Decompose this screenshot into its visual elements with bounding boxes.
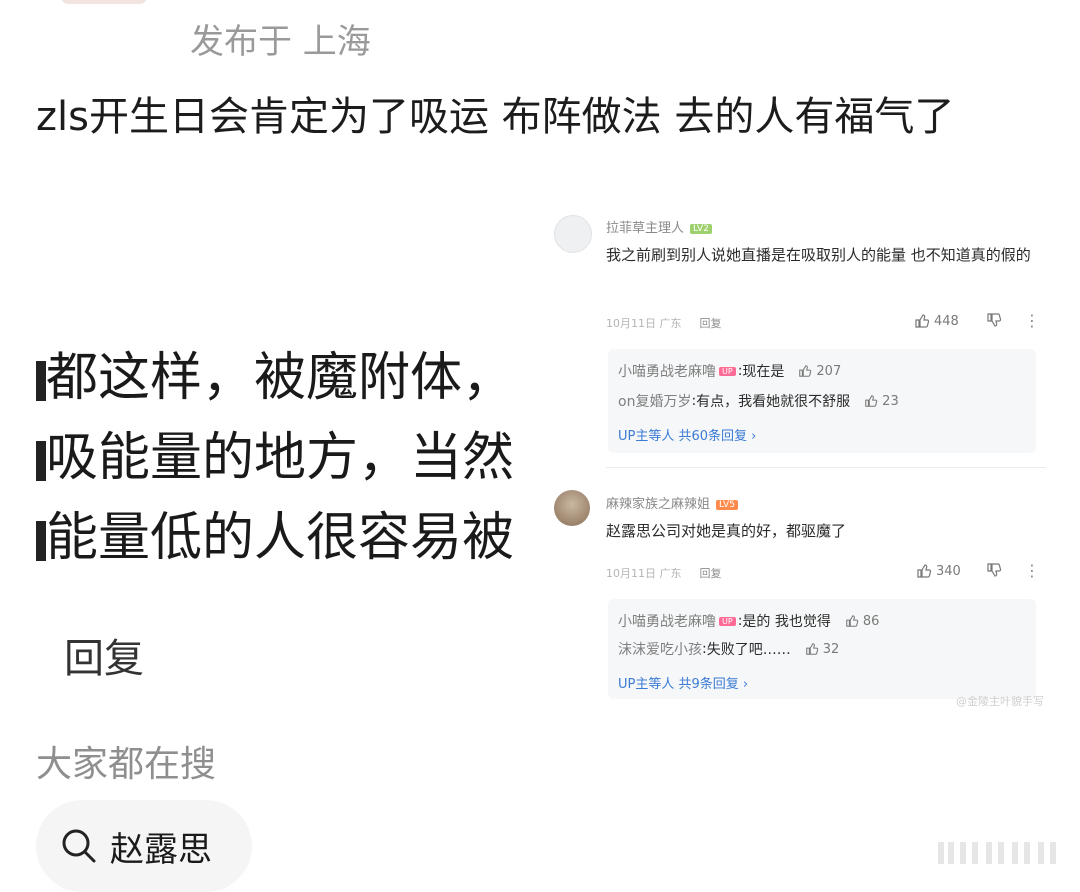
crop-fragment — [36, 441, 46, 481]
divider — [606, 467, 1046, 468]
sub-reply: 沫沫爱吃小孩: 失败了吧…… 32 — [618, 641, 840, 658]
thumb-up-icon — [917, 564, 932, 578]
reply-link[interactable]: 回复 — [700, 567, 722, 580]
watermark: @金陵主叶貌手写 — [956, 695, 1044, 708]
comments-screenshot: 拉菲草主理人 LV2 我之前刷到别人说她直播是在吸取别人的能量 也不知道真的假的 … — [548, 205, 1048, 715]
post-location: 发布于 上海 — [190, 22, 371, 62]
avatar — [554, 490, 590, 526]
sub-reply: 小喵勇战老麻噜 UP: 是的 我也觉得 86 — [618, 613, 880, 630]
sub-like[interactable]: 207 — [798, 364, 841, 379]
avatar — [554, 215, 592, 253]
cropped-text-image: 都这样，被魔附体， 吸能量的地方，当然 能量低的人很容易被 — [36, 335, 540, 565]
reply-box: 小喵勇战老麻噜 UP: 是的 我也觉得 86 沫沫爱吃小孩: 失败了吧…… 32 UP… — [608, 599, 1036, 699]
like-button[interactable]: 340 — [916, 563, 961, 579]
up-badge: UP — [719, 366, 736, 376]
crop-line-text: 都这样，被魔附体， — [46, 348, 515, 408]
comment-meta: 10月11日 广东 回复 — [606, 317, 722, 330]
thumb-up-icon — [865, 395, 878, 407]
more-replies-link[interactable]: UP主等人 共9条回复 › — [618, 673, 748, 692]
comment-text: 赵露思公司对她是真的好，都驱魔了 — [606, 522, 847, 540]
crop-line-text: 能量低的人很容易被 — [46, 508, 515, 565]
watermark-icon — [938, 842, 1056, 864]
comment-username: 麻辣家族之麻辣姐 LV5 — [606, 493, 738, 512]
reply-link[interactable]: 回复 — [700, 317, 722, 330]
crop-line-2: 吸能量的地方，当然 — [36, 415, 514, 490]
avatar-fragment — [60, 0, 148, 4]
search-icon — [62, 829, 96, 863]
like-button[interactable]: 448 — [914, 313, 959, 329]
comment-username: 拉菲草主理人 LV2 — [606, 217, 712, 236]
level-badge: LV2 — [690, 224, 712, 234]
thumb-up-icon — [799, 365, 812, 377]
comment-meta: 10月11日 广东 回复 — [606, 567, 722, 580]
reply-box: 小喵勇战老麻噜 UP: 现在是 207 on复婚万岁: 有点，我看她就很不舒服 23 … — [608, 349, 1036, 453]
search-chip-label: 赵露思 — [110, 829, 212, 870]
crop-fragment — [36, 361, 46, 401]
more-replies-link[interactable]: UP主等人 共60条回复 › — [618, 425, 756, 444]
sub-like[interactable]: 86 — [845, 614, 879, 629]
comment-text: 我之前刷到别人说她直播是在吸取别人的能量 也不知道真的假的 — [606, 246, 1031, 264]
trending-heading: 大家都在搜 — [36, 744, 217, 785]
sub-reply: 小喵勇战老麻噜 UP: 现在是 207 — [618, 363, 842, 380]
sub-reply: on复婚万岁: 有点，我看她就很不舒服 23 — [618, 393, 899, 410]
level-badge: LV5 — [716, 500, 738, 510]
more-icon[interactable]: ⋮ — [1024, 311, 1040, 330]
up-badge: UP — [719, 616, 736, 626]
thumb-down-icon[interactable] — [986, 312, 1002, 332]
reply-button[interactable]: 回复 — [64, 626, 144, 684]
sub-like[interactable]: 32 — [805, 642, 839, 657]
sub-like[interactable]: 23 — [864, 394, 899, 409]
thumb-up-icon — [846, 615, 859, 627]
crop-line-1: 都这样，被魔附体， — [36, 335, 514, 410]
crop-line-text: 吸能量的地方，当然 — [46, 428, 515, 488]
like-count: 448 — [934, 313, 959, 329]
crop-fragment — [36, 521, 46, 561]
thumb-up-icon — [805, 643, 818, 655]
trending-search-chip[interactable]: 赵露思 — [36, 800, 252, 892]
like-count: 340 — [936, 563, 961, 579]
post-text: zls开生日会肯定为了吸运 布阵做法 去的人有福气了 — [36, 94, 955, 140]
thumb-up-icon — [915, 314, 930, 328]
thumb-down-icon[interactable] — [986, 562, 1002, 582]
more-icon[interactable]: ⋮ — [1024, 561, 1040, 580]
crop-line-3: 能量低的人很容易被 — [36, 495, 514, 565]
